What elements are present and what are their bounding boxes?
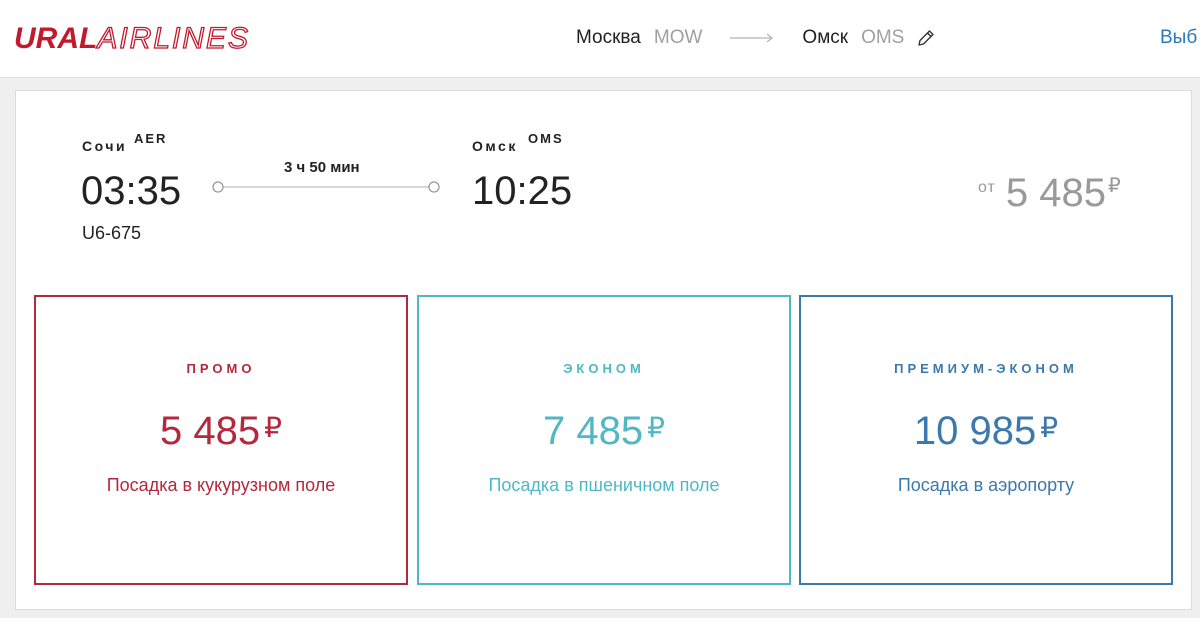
fare-card-premium-economy[interactable]: ПРЕМИУМ-ЭКОНОМ 10 985 ₽ Посадка в аэропор…: [799, 295, 1173, 585]
fare-price: 7 485 ₽: [419, 409, 789, 454]
ruble-sign: ₽: [1040, 412, 1059, 443]
departure-city: Сочи: [82, 138, 128, 154]
select-link[interactable]: Выб: [1160, 27, 1197, 49]
flight-card: Сочи AER 03:35 U6-675 3 ч 50 мин Омск OM…: [15, 90, 1192, 610]
route-from-city: Москва: [576, 27, 641, 48]
fare-name: ПРОМО: [186, 361, 256, 376]
route-summary: Москва MOW Омск OMS: [576, 27, 936, 49]
fare-name: ЭКОНОМ: [563, 361, 645, 376]
arrival-time: 10:25: [472, 169, 573, 213]
fare-price: 10 985 ₽: [801, 409, 1171, 454]
fare-name: ПРЕМИУМ-ЭКОНОМ: [894, 361, 1078, 376]
arrival-city: Омск: [472, 138, 518, 154]
arrow-right-icon: [730, 33, 774, 43]
flight-duration: 3 ч 50 мин: [284, 159, 360, 176]
fare-description: Посадка в пшеничном поле: [488, 475, 720, 495]
departure-time: 03:35: [81, 169, 182, 213]
fare-price: 5 485 ₽: [36, 409, 406, 454]
from-label: от: [978, 179, 996, 196]
ural-airlines-logo[interactable]: URALAIRLINES: [14, 22, 251, 55]
flight-number: U6-675: [82, 223, 142, 243]
logo-bold-text: URAL: [14, 22, 98, 55]
fare-card-economy[interactable]: ЭКОНОМ 7 485 ₽ Посадка в пшеничном поле: [417, 295, 791, 585]
min-price: от 5 485 ₽: [978, 171, 1121, 216]
flight-timeline: [212, 181, 440, 193]
top-header: URALAIRLINES Москва MOW Омск OMS Выб: [0, 0, 1200, 78]
min-price-value: 5 485: [1005, 171, 1106, 215]
pencil-edit-icon[interactable]: [916, 28, 936, 48]
arrival-code: OMS: [528, 131, 564, 146]
fare-price-value: 5 485: [160, 409, 261, 453]
route-to-city: Омск: [802, 27, 849, 48]
departure-code: AER: [134, 131, 168, 146]
ruble-sign: ₽: [264, 412, 282, 443]
route-to-code: OMS: [861, 27, 905, 48]
fare-description: Посадка в кукурузном поле: [106, 475, 336, 495]
logo-thin-text: AIRLINES: [97, 22, 251, 55]
fare-price-value: 10 985: [913, 409, 1037, 453]
fare-card-promo[interactable]: ПРОМО 5 485 ₽ Посадка в кукурузном поле: [34, 295, 408, 585]
route-from-code: MOW: [653, 27, 703, 48]
fare-price-value: 7 485: [543, 409, 644, 453]
ruble-sign: ₽: [647, 412, 665, 443]
fare-description: Посадка в аэропорту: [897, 475, 1075, 495]
ruble-sign: ₽: [1107, 175, 1121, 197]
